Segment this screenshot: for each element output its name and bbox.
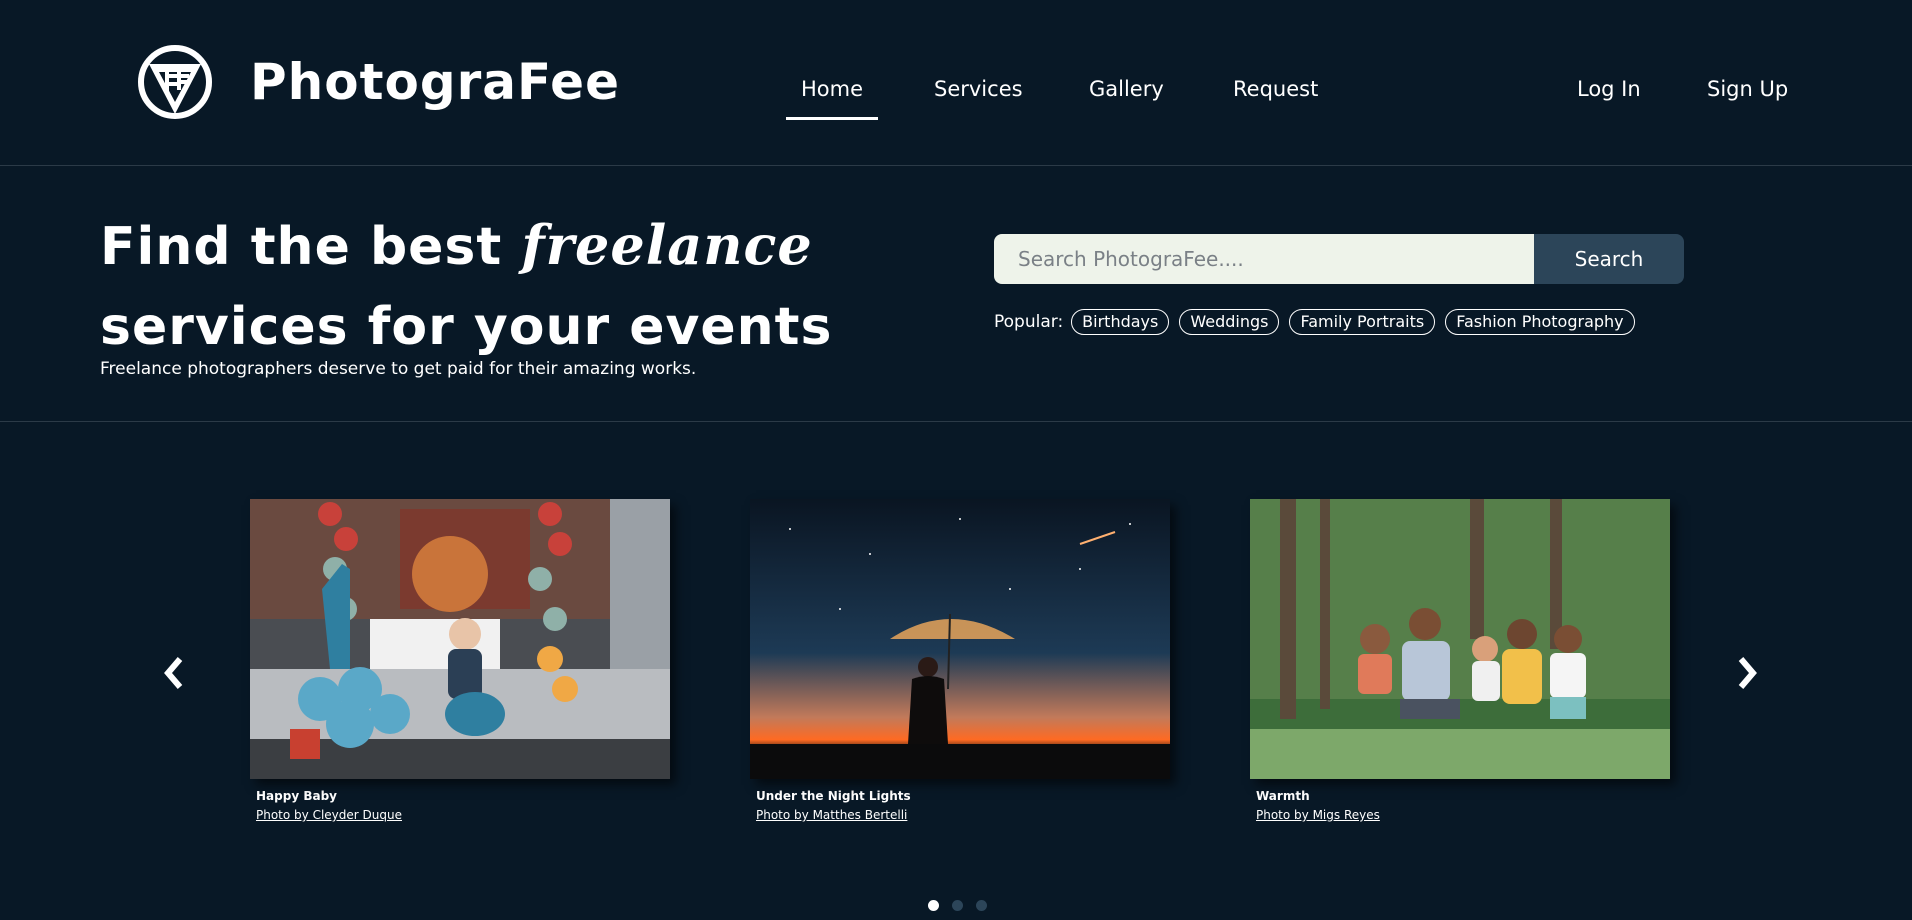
signup-link[interactable]: Sign Up xyxy=(1707,74,1788,104)
carousel-dot-1[interactable] xyxy=(928,900,939,911)
photo-warmth[interactable] xyxy=(1250,499,1670,779)
card-credit-link[interactable]: Photo by Cleyder Duque xyxy=(250,808,402,822)
tag-fashion-photography[interactable]: Fashion Photography xyxy=(1445,309,1635,335)
headline-end: services for your events xyxy=(100,297,833,357)
brand-name[interactable]: PhotograFee xyxy=(250,52,620,112)
search-button[interactable]: Search xyxy=(1534,234,1684,284)
search-input[interactable] xyxy=(994,234,1534,284)
carousel-pagination xyxy=(928,900,1000,911)
search-bar: Search xyxy=(994,234,1684,284)
card-title: Warmth xyxy=(1256,789,1310,803)
popular-tags: Popular: Birthdays Weddings Family Portr… xyxy=(994,308,1645,336)
nav-home[interactable]: Home xyxy=(801,74,863,104)
card-credit-link[interactable]: Photo by Migs Reyes xyxy=(1250,808,1380,822)
photo-under-the-night-lights[interactable] xyxy=(750,499,1170,779)
page-title: Find the best freelance services for you… xyxy=(100,205,832,367)
tag-birthdays[interactable]: Birthdays xyxy=(1071,309,1170,335)
hero-subtitle: Freelance photographers deserve to get p… xyxy=(100,359,697,379)
tag-family-portraits[interactable]: Family Portraits xyxy=(1289,309,1436,335)
headline-start: Find the best xyxy=(100,217,522,277)
nav-gallery[interactable]: Gallery xyxy=(1089,74,1164,104)
nav-active-indicator xyxy=(786,117,878,120)
photo-card[interactable]: Happy Baby Photo by Cleyder Duque xyxy=(250,499,670,824)
site-header: PhotograFee Home Services Gallery Reques… xyxy=(0,0,1912,166)
pf-triangle-logo-icon[interactable] xyxy=(137,42,213,122)
login-link[interactable]: Log In xyxy=(1577,74,1641,104)
nav-services[interactable]: Services xyxy=(934,74,1023,104)
card-title: Happy Baby xyxy=(256,789,337,803)
card-credit-link[interactable]: Photo by Matthes Bertelli xyxy=(750,808,907,822)
photo-card[interactable]: Under the Night Lights Photo by Matthes … xyxy=(750,499,1170,824)
photo-card[interactable]: Warmth Photo by Migs Reyes xyxy=(1250,499,1670,824)
popular-label: Popular: xyxy=(994,312,1064,332)
card-title: Under the Night Lights xyxy=(756,789,911,803)
carousel-dot-2[interactable] xyxy=(952,900,963,911)
tag-weddings[interactable]: Weddings xyxy=(1179,309,1280,335)
headline-emphasis: freelance xyxy=(521,213,813,277)
chevron-left-icon[interactable] xyxy=(158,653,188,693)
hero-section: Find the best freelance services for you… xyxy=(0,167,1912,422)
carousel-dot-3[interactable] xyxy=(976,900,987,911)
photo-carousel: Happy Baby Photo by Cleyder Duque Under … xyxy=(0,423,1912,920)
photo-happy-baby[interactable] xyxy=(250,499,670,779)
nav-request[interactable]: Request xyxy=(1233,74,1318,104)
chevron-right-icon[interactable] xyxy=(1733,653,1763,693)
